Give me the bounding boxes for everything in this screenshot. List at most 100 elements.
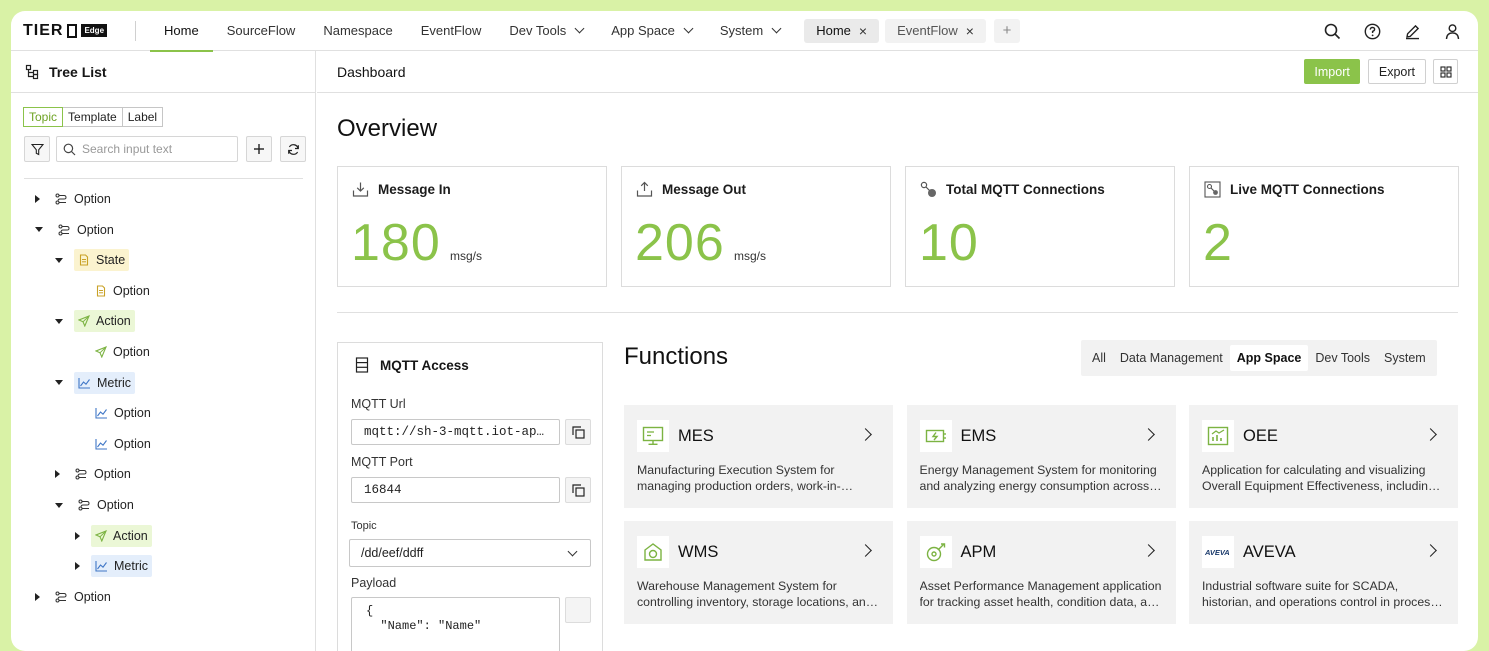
logo[interactable]: TIER Edge bbox=[23, 22, 123, 40]
nav-tab-system[interactable]: System bbox=[706, 11, 794, 51]
caret-down-icon[interactable] bbox=[55, 380, 63, 386]
filter-button[interactable] bbox=[24, 136, 50, 162]
stat-unit: msg/s bbox=[734, 249, 767, 263]
topic-select[interactable]: /dd/eef/ddff bbox=[349, 539, 591, 567]
function-card-aveva[interactable]: AVEVA AVEVA Industrial software suite for … bbox=[1189, 521, 1458, 624]
tree-row[interactable]: Option bbox=[55, 463, 135, 485]
caret-right-icon[interactable] bbox=[35, 592, 40, 601]
tree-node-option: Option bbox=[74, 494, 138, 516]
filter-app-space[interactable]: App Space bbox=[1229, 345, 1309, 371]
import-button[interactable]: Import bbox=[1304, 59, 1360, 84]
caret-down-icon[interactable] bbox=[55, 318, 63, 324]
open-tab-home[interactable]: Home × bbox=[804, 18, 880, 43]
payload-editor[interactable]: { "Name": "Name" bbox=[351, 597, 560, 651]
caret-right-icon[interactable] bbox=[35, 195, 40, 203]
tree-row[interactable]: Action bbox=[55, 310, 135, 333]
close-icon[interactable]: × bbox=[966, 23, 974, 39]
tree-row[interactable]: State bbox=[55, 249, 130, 272]
segment-template[interactable]: Template bbox=[62, 107, 123, 127]
sidebar-divider bbox=[24, 178, 303, 179]
monitor-icon bbox=[637, 420, 669, 452]
nav-tab-app-space[interactable]: App Space bbox=[597, 11, 706, 51]
tree-search-field[interactable] bbox=[56, 136, 238, 162]
caret-right-icon[interactable] bbox=[75, 531, 80, 540]
function-card-mes[interactable]: MES Manufacturing Execution System for ma… bbox=[624, 405, 893, 508]
tree-row[interactable]: Option bbox=[35, 219, 118, 241]
close-icon[interactable]: × bbox=[859, 23, 867, 39]
tree-node-label: Option bbox=[114, 406, 151, 421]
function-card-wms[interactable]: WMS Warehouse Management System for contr… bbox=[624, 521, 893, 624]
chevron-right-icon[interactable] bbox=[1424, 428, 1437, 441]
function-description: Warehouse Management System for controll… bbox=[637, 579, 873, 609]
mqtt-url-field[interactable]: mqtt://sh-3-mqtt.iot-ap… bbox=[351, 419, 560, 445]
tree-node-metric: Metric bbox=[91, 555, 153, 578]
caret-down-icon[interactable] bbox=[35, 227, 43, 233]
tree-row[interactable]: Option bbox=[75, 433, 155, 455]
segment-label[interactable]: Label bbox=[121, 107, 164, 127]
tree-row[interactable]: Option bbox=[35, 586, 115, 608]
chevron-right-icon[interactable] bbox=[859, 428, 872, 441]
tree-icon bbox=[25, 64, 39, 79]
add-tab-button[interactable]: + bbox=[993, 18, 1020, 43]
tree-row[interactable]: Action bbox=[75, 524, 152, 547]
nav-tab-namespace[interactable]: Namespace bbox=[309, 11, 406, 51]
copy-url-button[interactable] bbox=[565, 419, 591, 445]
copy-payload-button[interactable] bbox=[565, 597, 591, 623]
tree-row[interactable]: Option bbox=[75, 280, 154, 302]
tree-row[interactable]: Metric bbox=[55, 371, 136, 394]
function-card-oee[interactable]: OEE Application for calculating and visua… bbox=[1189, 405, 1458, 508]
search-icon bbox=[63, 143, 76, 155]
tree-search-input[interactable] bbox=[82, 142, 232, 156]
filter-icon bbox=[30, 143, 44, 155]
filter-all[interactable]: All bbox=[1085, 345, 1113, 371]
chevron-right-icon[interactable] bbox=[1141, 544, 1155, 557]
help-icon[interactable] bbox=[1352, 11, 1392, 51]
nav-tab-dev-tools[interactable]: Dev Tools bbox=[495, 11, 597, 51]
filter-system[interactable]: System bbox=[1377, 345, 1433, 371]
tree-row[interactable]: Metric bbox=[75, 555, 153, 578]
sidebar: Tree List TopicTemplateLabel Option Optio… bbox=[11, 51, 316, 651]
server-icon bbox=[355, 357, 369, 373]
search-icon[interactable] bbox=[1312, 11, 1352, 51]
overview-title: Overview bbox=[337, 115, 438, 142]
edit-icon[interactable] bbox=[1392, 11, 1432, 51]
function-card-ems[interactable]: EMS Energy Management System for monitori… bbox=[906, 405, 1176, 508]
open-tab-eventflow[interactable]: EventFlow × bbox=[885, 18, 986, 43]
copy-icon bbox=[571, 483, 585, 497]
nav-tab-eventflow[interactable]: EventFlow bbox=[407, 11, 496, 51]
function-name: EMS bbox=[960, 427, 997, 445]
tree-row[interactable]: Option bbox=[75, 402, 155, 424]
caret-right-icon[interactable] bbox=[75, 562, 80, 571]
caret-down-icon[interactable] bbox=[55, 257, 63, 263]
segment-topic[interactable]: Topic bbox=[23, 107, 64, 127]
caret-right-icon[interactable] bbox=[55, 470, 60, 479]
tree-row[interactable]: Option bbox=[35, 188, 115, 210]
tree-row[interactable]: Option bbox=[75, 341, 154, 363]
tree-node-action: Option bbox=[91, 341, 154, 363]
tree-node-label: Option bbox=[74, 589, 111, 604]
filter-data-management[interactable]: Data Management bbox=[1113, 345, 1230, 371]
chevron-right-icon[interactable] bbox=[859, 544, 872, 557]
mqtt-access-panel: MQTT Access MQTT Url mqtt://sh-3-mqtt.io… bbox=[337, 342, 603, 651]
stat-title: Live MQTT Connections bbox=[1230, 182, 1385, 197]
layout-button[interactable] bbox=[1433, 59, 1458, 84]
option-icon bbox=[78, 499, 91, 511]
nav-tab-home[interactable]: Home bbox=[150, 11, 213, 52]
chevron-right-icon[interactable] bbox=[1424, 544, 1437, 557]
function-card-apm[interactable]: APM Asset Performance Management applicat… bbox=[906, 521, 1176, 624]
tree-node-state: Option bbox=[91, 280, 154, 302]
user-icon[interactable] bbox=[1432, 11, 1472, 51]
caret-down-icon[interactable] bbox=[55, 502, 63, 508]
tree-row[interactable]: Option bbox=[55, 494, 138, 516]
function-name: MES bbox=[678, 427, 714, 445]
copy-port-button[interactable] bbox=[565, 477, 591, 503]
refresh-button[interactable] bbox=[280, 136, 306, 162]
export-button[interactable]: Export bbox=[1367, 59, 1426, 84]
function-name: WMS bbox=[678, 543, 719, 561]
nav-tab-sourceflow[interactable]: SourceFlow bbox=[213, 11, 310, 51]
filter-dev-tools[interactable]: Dev Tools bbox=[1308, 345, 1377, 371]
mqtt-port-field[interactable]: 16844 bbox=[351, 477, 560, 503]
add-node-button[interactable] bbox=[246, 136, 272, 162]
chevron-right-icon[interactable] bbox=[1141, 428, 1155, 441]
stat-header: Message In bbox=[352, 181, 451, 198]
